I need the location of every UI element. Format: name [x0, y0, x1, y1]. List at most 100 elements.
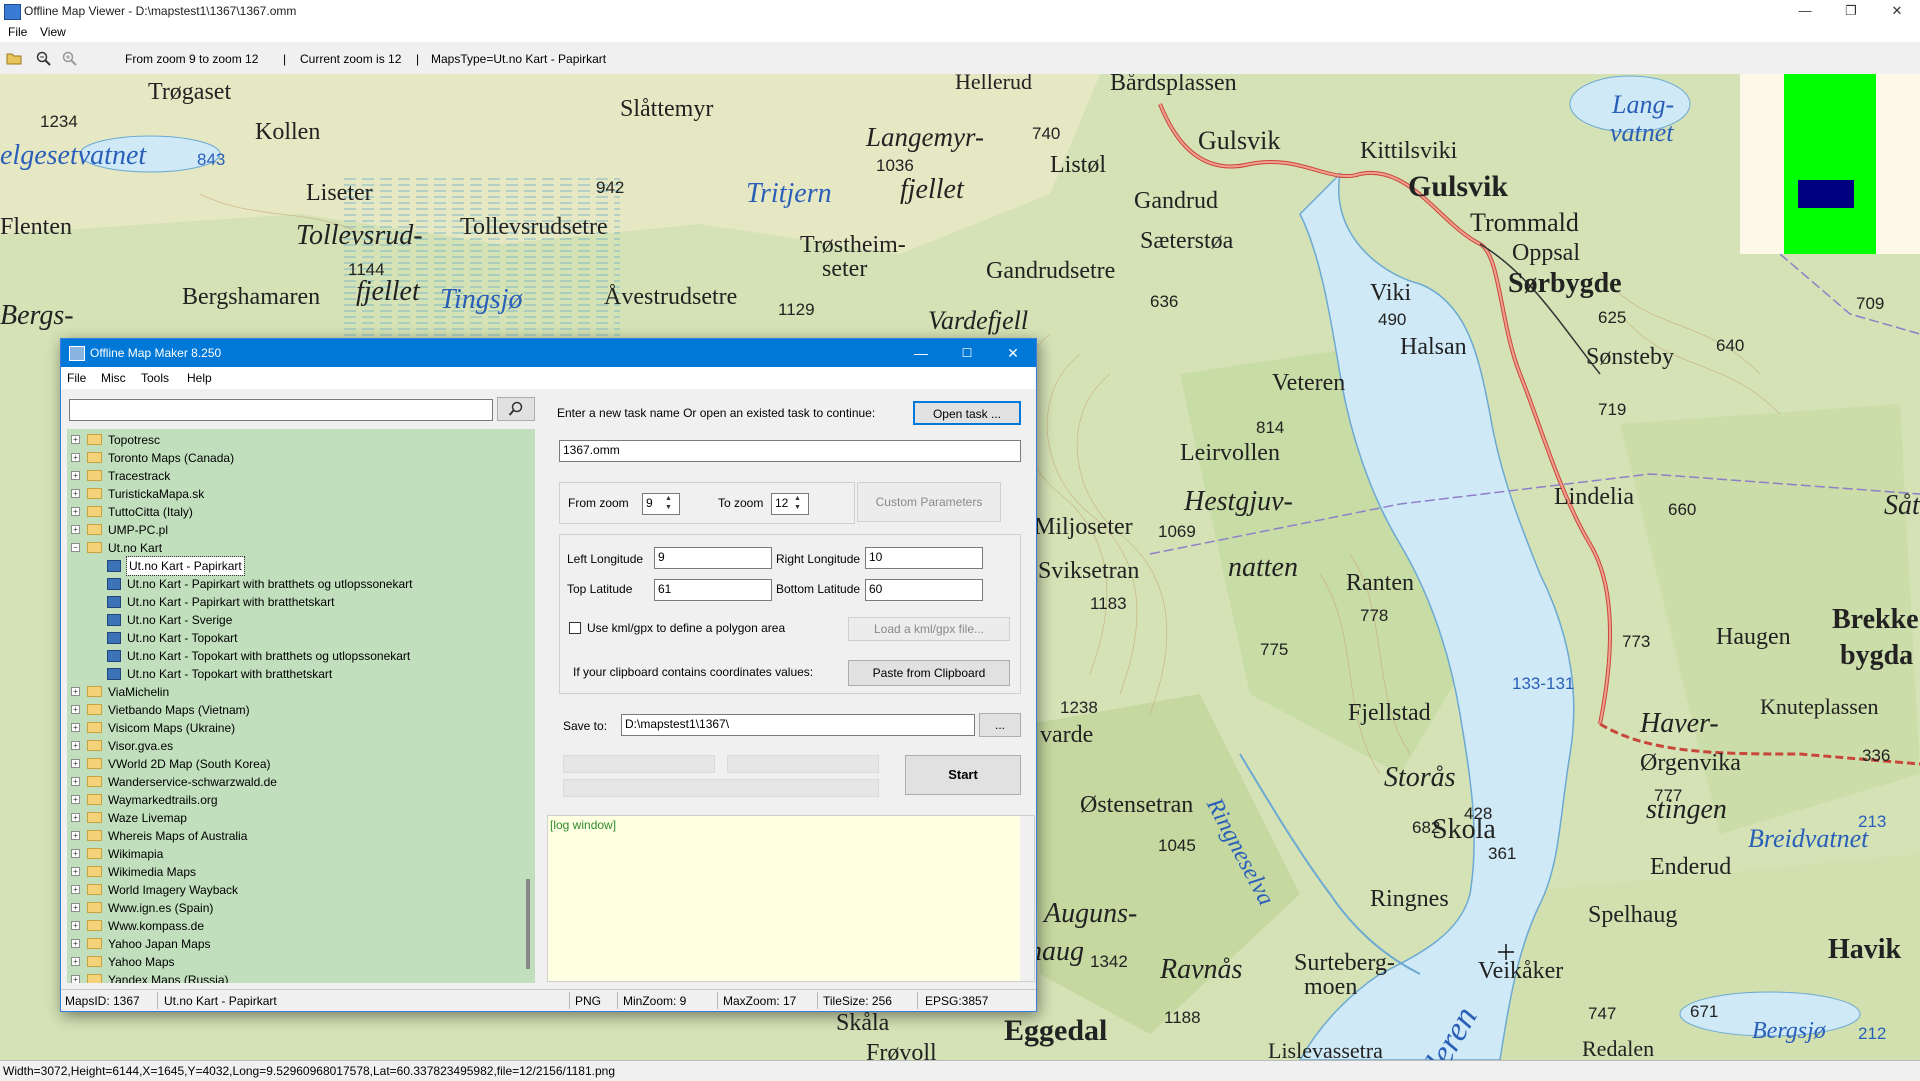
minimize-button[interactable]: — — [1782, 0, 1828, 22]
dialog-titlebar[interactable]: Offline Map Maker 8.250 — ☐ ✕ — [61, 339, 1036, 367]
tree-item-folder[interactable]: − Ut.no Kart — [67, 539, 517, 557]
tree-item-folder[interactable]: + TuttoCitta (Italy) — [67, 503, 517, 521]
tree-expand-icon[interactable]: + — [71, 489, 80, 498]
tree-expand-icon[interactable]: + — [71, 957, 80, 966]
to-zoom-spinner-arrows[interactable]: ▲ ▼ — [794, 494, 801, 512]
from-zoom-spinner-arrows[interactable]: ▲ ▼ — [665, 494, 672, 512]
tree-item-map[interactable]: Ut.no Kart - Topokart — [67, 629, 517, 647]
tree-item-map[interactable]: Ut.no Kart - Topokart with bratthetskart — [67, 665, 517, 683]
tree-item-folder[interactable]: + Yandex Maps (Russia) — [67, 971, 517, 983]
tree-expand-icon[interactable]: + — [71, 939, 80, 948]
tree-item-folder[interactable]: + Wikimapia — [67, 845, 517, 863]
tree-item-folder[interactable]: + Vietbando Maps (Vietnam) — [67, 701, 517, 719]
open-task-button[interactable]: Open task ... — [913, 401, 1021, 425]
map-label: Tollevsrudsetre — [460, 214, 608, 240]
maximize-button[interactable]: ❐ — [1828, 0, 1874, 22]
tree-expand-icon[interactable]: + — [71, 471, 80, 480]
map-search-input[interactable] — [69, 399, 493, 421]
tree-expand-icon[interactable]: + — [71, 507, 80, 516]
tree-item-map[interactable]: Ut.no Kart - Topokart with bratthets og … — [67, 647, 517, 665]
zoom-in-icon[interactable] — [62, 51, 78, 66]
tree-expand-icon[interactable]: + — [71, 921, 80, 930]
tree-scrollbar[interactable] — [523, 429, 535, 983]
save-to-input[interactable]: D:\mapstest1\1367\ — [621, 714, 975, 736]
log-window[interactable]: [log window] — [547, 815, 1035, 982]
left-longitude-input[interactable]: 9 — [654, 547, 772, 569]
folder-icon — [87, 884, 102, 895]
tree-item-folder[interactable]: + Wikimedia Maps — [67, 863, 517, 881]
tree-item-folder[interactable]: + Yahoo Maps — [67, 953, 517, 971]
dialog-menu-file[interactable]: File — [67, 371, 86, 385]
tree-expand-icon[interactable]: + — [71, 813, 80, 822]
dialog-close-button[interactable]: ✕ — [990, 339, 1036, 367]
tree-expand-icon[interactable]: + — [71, 831, 80, 840]
tree-expand-icon[interactable]: + — [71, 705, 80, 714]
tree-expand-icon[interactable]: + — [71, 759, 80, 768]
tree-item-folder[interactable]: + Topotresc — [67, 431, 517, 449]
tree-expand-icon[interactable]: + — [71, 525, 80, 534]
map-source-tree[interactable]: + Topotresc + Toronto Maps (Canada) + Tracest… — [67, 429, 535, 983]
browse-button[interactable]: ... — [979, 713, 1021, 737]
tree-expand-icon[interactable]: + — [71, 795, 80, 804]
tree-item-map[interactable]: Ut.no Kart - Papirkart — [67, 556, 517, 576]
menu-view[interactable]: View — [40, 25, 66, 39]
tree-item-folder[interactable]: + World Imagery Wayback — [67, 881, 517, 899]
tree-expand-icon[interactable]: + — [71, 435, 80, 444]
from-zoom-spinner[interactable]: 9 — [642, 493, 680, 515]
tree-item-folder[interactable]: + Yahoo Japan Maps — [67, 935, 517, 953]
tree-expand-icon[interactable]: + — [71, 885, 80, 894]
tree-item-folder[interactable]: + Waze Livemap — [67, 809, 517, 827]
zoom-out-icon[interactable] — [36, 51, 52, 66]
tree-scrollbar-thumb[interactable] — [526, 879, 530, 969]
overview-minimap[interactable] — [1740, 74, 1920, 254]
tree-expand-icon[interactable]: + — [71, 453, 80, 462]
tree-item-folder[interactable]: + Tracestrack — [67, 467, 517, 485]
tree-item-map[interactable]: Ut.no Kart - Papirkart with bratthetskar… — [67, 593, 517, 611]
bottom-latitude-input[interactable]: 60 — [865, 579, 983, 601]
tree-item-folder[interactable]: + Visicom Maps (Ukraine) — [67, 719, 517, 737]
menu-file[interactable]: File — [8, 25, 27, 39]
log-scrollbar[interactable] — [1020, 816, 1034, 981]
dialog-maximize-button[interactable]: ☐ — [944, 339, 990, 367]
tree-item-map[interactable]: Ut.no Kart - Sverige — [67, 611, 517, 629]
tree-item-folder[interactable]: + VWorld 2D Map (South Korea) — [67, 755, 517, 773]
dialog-minimize-button[interactable]: — — [898, 339, 944, 367]
minimap-viewport-indicator[interactable] — [1798, 180, 1854, 208]
tree-expand-icon[interactable]: + — [71, 777, 80, 786]
tree-expand-icon[interactable]: − — [71, 543, 80, 552]
dialog-menu-help[interactable]: Help — [187, 371, 212, 385]
dialog-menu-tools[interactable]: Tools — [141, 371, 169, 385]
tree-expand-icon[interactable]: + — [71, 741, 80, 750]
task-name-input[interactable]: 1367.omm — [559, 440, 1021, 462]
map-label: 660 — [1668, 500, 1697, 519]
tree-item-folder[interactable]: + Toronto Maps (Canada) — [67, 449, 517, 467]
start-button[interactable]: Start — [905, 755, 1021, 795]
tree-item-folder[interactable]: + Visor.gva.es — [67, 737, 517, 755]
tree-expand-icon[interactable]: + — [71, 867, 80, 876]
tree-item-folder[interactable]: + TuristickaMapa.sk — [67, 485, 517, 503]
paste-clipboard-button[interactable]: Paste from Clipboard — [848, 660, 1010, 686]
open-folder-icon[interactable] — [6, 51, 22, 65]
tree-expand-icon[interactable]: + — [71, 849, 80, 858]
custom-parameters-button[interactable]: Custom Parameters — [857, 482, 1001, 522]
tree-expand-icon[interactable]: + — [71, 687, 80, 696]
tree-item-map[interactable]: Ut.no Kart - Papirkart with bratthets og… — [67, 575, 517, 593]
tree-item-folder[interactable]: + ViaMichelin — [67, 683, 517, 701]
close-button[interactable]: ✕ — [1874, 0, 1920, 22]
tree-item-folder[interactable]: + Whereis Maps of Australia — [67, 827, 517, 845]
to-zoom-spinner[interactable]: 12 — [771, 493, 809, 515]
kml-checkbox[interactable] — [569, 622, 581, 634]
tree-item-folder[interactable]: + Waymarkedtrails.org — [67, 791, 517, 809]
right-longitude-input[interactable]: 10 — [865, 547, 983, 569]
search-button[interactable] — [497, 397, 535, 421]
tree-item-folder[interactable]: + Www.kompass.de — [67, 917, 517, 935]
tree-item-folder[interactable]: + Www.ign.es (Spain) — [67, 899, 517, 917]
tree-item-folder[interactable]: + Wanderservice-schwarzwald.de — [67, 773, 517, 791]
dialog-menu-misc[interactable]: Misc — [101, 371, 126, 385]
tree-expand-icon[interactable]: + — [71, 723, 80, 732]
tree-expand-icon[interactable]: + — [71, 903, 80, 912]
load-kml-button[interactable]: Load a kml/gpx file... — [848, 617, 1010, 641]
tree-item-folder[interactable]: + UMP-PC.pl — [67, 521, 517, 539]
top-latitude-input[interactable]: 61 — [654, 579, 772, 601]
tree-expand-icon[interactable]: + — [71, 975, 80, 983]
